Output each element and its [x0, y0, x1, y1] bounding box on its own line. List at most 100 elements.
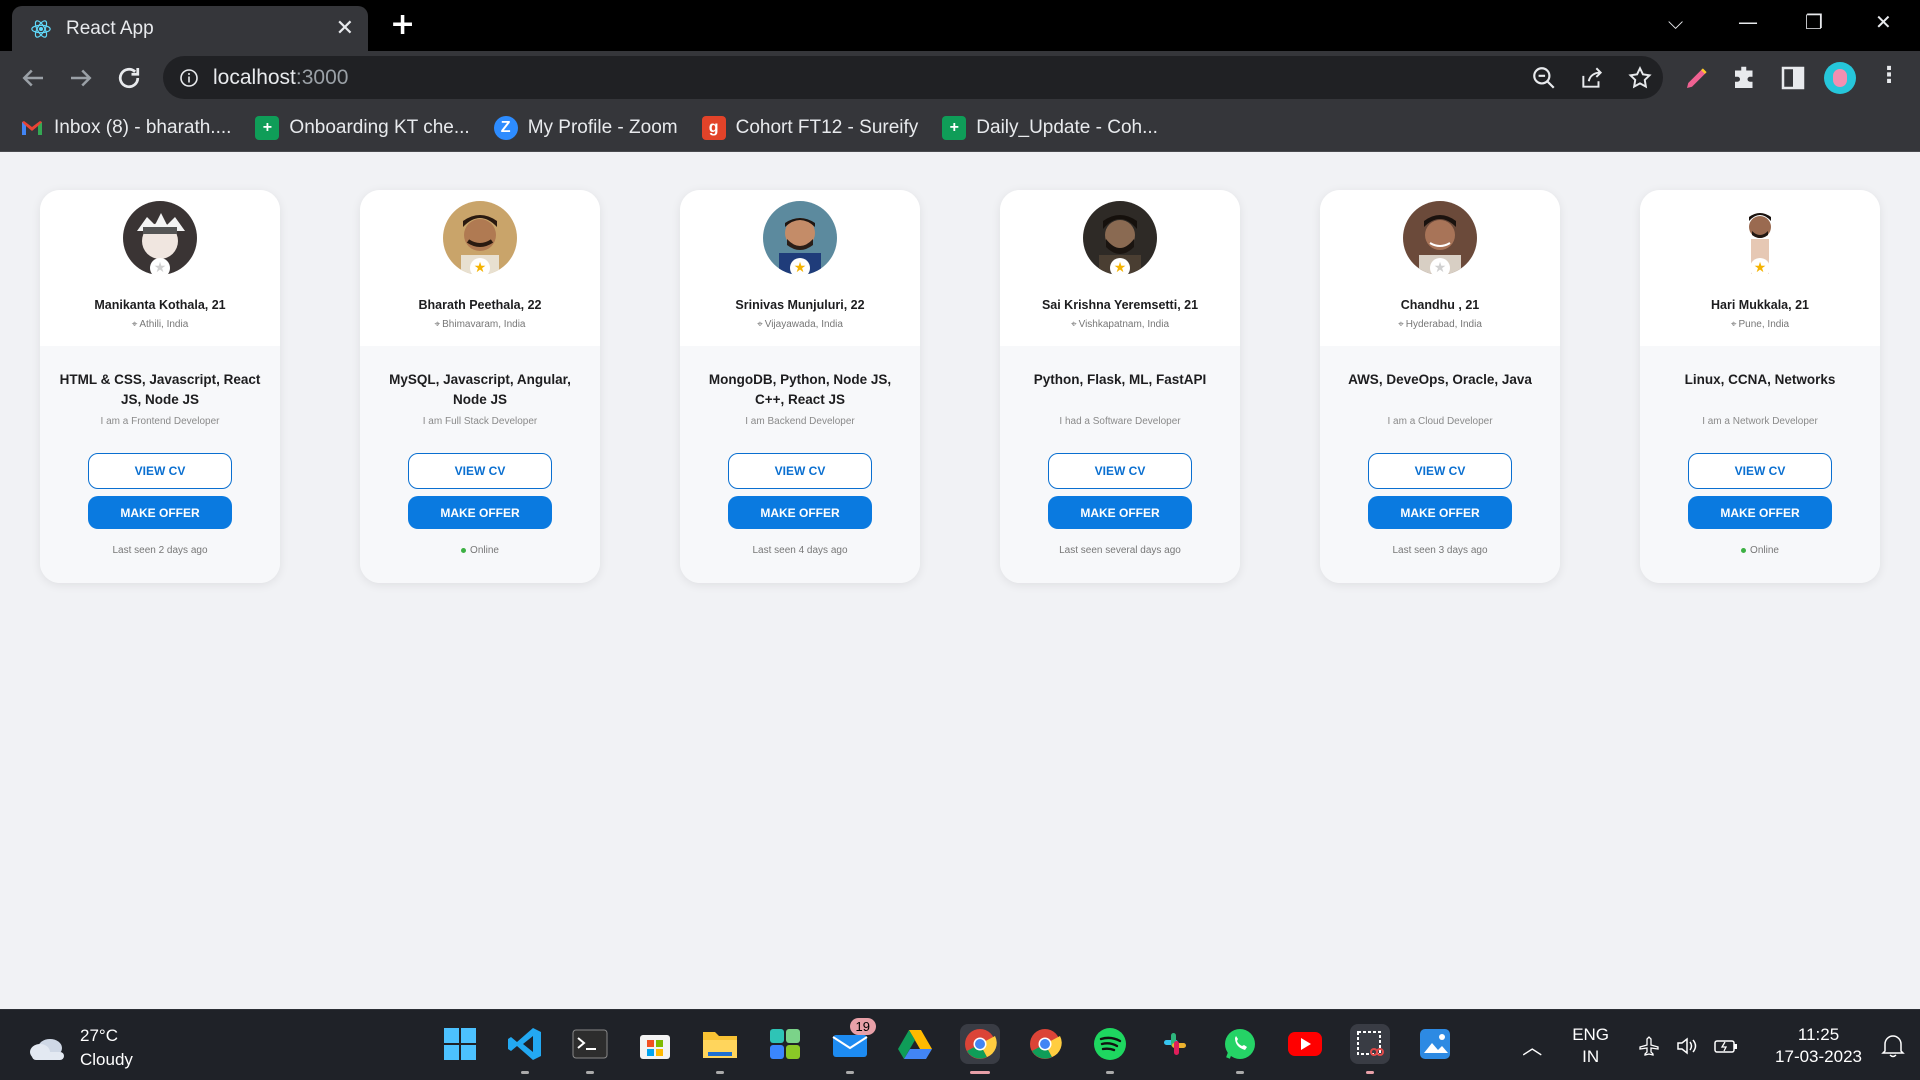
- star-icon: ★: [790, 258, 810, 278]
- terminal-app[interactable]: [570, 1024, 610, 1074]
- drive-app[interactable]: [895, 1024, 935, 1064]
- tab-search-icon[interactable]: ⌵: [1668, 10, 1683, 34]
- make-offer-button[interactable]: MAKE OFFER: [728, 496, 872, 529]
- bookmark-onboarding[interactable]: + Onboarding KT che...: [255, 115, 470, 140]
- side-panel-icon[interactable]: [1778, 63, 1808, 93]
- start-button[interactable]: [440, 1024, 480, 1064]
- weather-condition: Cloudy: [80, 1050, 133, 1069]
- store-app[interactable]: [635, 1024, 675, 1064]
- page-content: ★ Manikanta Kothala, 21 ⌖ Athili, India H…: [0, 153, 1920, 1009]
- vscode-icon: [508, 1028, 541, 1060]
- snipping-tool-icon: [1357, 1031, 1384, 1056]
- make-offer-button[interactable]: MAKE OFFER: [88, 496, 232, 529]
- view-cv-button[interactable]: VIEW CV: [728, 453, 872, 489]
- candidate-card: ★ Manikanta Kothala, 21 ⌖ Athili, India H…: [40, 190, 280, 583]
- view-cv-button[interactable]: VIEW CV: [1688, 453, 1832, 489]
- make-offer-button[interactable]: MAKE OFFER: [1688, 496, 1832, 529]
- last-seen-status: Last seen 2 days ago: [112, 545, 208, 556]
- candidate-location: ⌖ Bhimavaram, India: [434, 319, 526, 330]
- clock-date: 17-03-2023: [1775, 1046, 1862, 1066]
- new-tab-button[interactable]: +: [390, 10, 415, 40]
- spotify-app[interactable]: [1090, 1024, 1130, 1074]
- bookmark-label: Inbox (8) - bharath....: [54, 116, 232, 138]
- clock[interactable]: 11:25 17-03-2023: [1775, 1024, 1862, 1068]
- menu-kebab-icon[interactable]: ⋮: [1878, 63, 1900, 88]
- battery-icon[interactable]: [1713, 1034, 1739, 1058]
- running-indicator: [1106, 1071, 1114, 1074]
- candidate-skills: HTML & CSS, Javascript, React JS, Node J…: [59, 372, 261, 407]
- candidate-name: Chandhu , 21: [1400, 298, 1480, 312]
- taskbar-apps: 19: [440, 1018, 1455, 1074]
- make-offer-button[interactable]: MAKE OFFER: [1048, 496, 1192, 529]
- youtube-app[interactable]: [1285, 1024, 1325, 1064]
- candidate-name: Srinivas Munjuluri, 22: [735, 298, 865, 312]
- share-icon[interactable]: [1579, 65, 1605, 91]
- reload-icon[interactable]: [114, 63, 144, 93]
- candidate-location: ⌖ Vishkapatnam, India: [1070, 319, 1170, 330]
- slack-app[interactable]: [1155, 1024, 1195, 1064]
- active-indicator: [970, 1071, 990, 1074]
- running-indicator: [521, 1071, 529, 1074]
- whatsapp-app[interactable]: [1220, 1024, 1260, 1074]
- running-indicator: [846, 1071, 854, 1074]
- language-indicator[interactable]: ENG IN: [1572, 1024, 1609, 1068]
- chrome-app-active[interactable]: [960, 1024, 1000, 1074]
- address-bar[interactable]: localhost:3000: [163, 56, 1663, 99]
- bookmark-inbox[interactable]: Inbox (8) - bharath....: [20, 116, 231, 140]
- sheets-icon: +: [255, 115, 280, 140]
- minimize-button[interactable]: —: [1738, 10, 1758, 34]
- bookmark-daily-update[interactable]: + Daily_Update - Coh...: [942, 115, 1158, 140]
- bookmark-cohort[interactable]: g Cohort FT12 - Sureify: [701, 115, 918, 140]
- view-cv-button[interactable]: VIEW CV: [1368, 453, 1512, 489]
- taskbar: 27°C Cloudy 19 ︿ ENG IN 11:25 17-03-2023: [0, 1009, 1920, 1080]
- restore-button[interactable]: ❐: [1805, 10, 1823, 34]
- extensions-icon[interactable]: [1730, 63, 1760, 93]
- view-cv-button[interactable]: VIEW CV: [88, 453, 232, 489]
- browser-toolbar: localhost:3000 ⋮: [0, 51, 1920, 104]
- chrome-icon: [965, 1029, 997, 1059]
- location-pin-icon: ⌖: [757, 319, 763, 330]
- view-cv-button[interactable]: VIEW CV: [1048, 453, 1192, 489]
- chrome-profile-app[interactable]: [1025, 1024, 1065, 1064]
- close-tab-icon[interactable]: ✕: [336, 16, 354, 41]
- weather-widget[interactable]: 27°C Cloudy: [28, 1024, 133, 1072]
- site-info-icon[interactable]: [179, 68, 199, 88]
- online-dot-icon: [461, 547, 467, 553]
- youtube-icon: [1288, 1032, 1322, 1056]
- back-icon[interactable]: [18, 63, 48, 93]
- candidate-name: Manikanta Kothala, 21: [94, 298, 226, 312]
- widgets-app[interactable]: [765, 1024, 805, 1064]
- chrome-icon: [1030, 1029, 1062, 1059]
- location-pin-icon: ⌖: [131, 319, 138, 330]
- candidate-role: I am a Cloud Developer: [1387, 416, 1493, 427]
- forward-icon[interactable]: [66, 63, 96, 93]
- notification-icon[interactable]: [1880, 1033, 1906, 1059]
- paint-app[interactable]: [1415, 1024, 1455, 1064]
- chevron-up-icon[interactable]: ︿: [1522, 1031, 1542, 1060]
- candidate-location: ⌖ Athili, India: [131, 319, 189, 330]
- zoom-out-icon[interactable]: [1531, 65, 1557, 91]
- make-offer-button[interactable]: MAKE OFFER: [1368, 496, 1512, 529]
- bookmark-star-icon[interactable]: [1627, 65, 1653, 91]
- mail-badge: 19: [849, 1018, 876, 1035]
- last-seen-status: Last seen 4 days ago: [752, 545, 848, 556]
- react-icon: [31, 19, 51, 38]
- tab-title: React App: [66, 17, 154, 39]
- profile-avatar[interactable]: [1824, 62, 1856, 94]
- airplane-mode-icon[interactable]: [1637, 1034, 1661, 1058]
- bookmark-label: Onboarding KT che...: [289, 116, 470, 138]
- url-text: localhost:3000: [213, 65, 349, 89]
- vscode-app[interactable]: [505, 1024, 545, 1074]
- bookmark-zoom[interactable]: Z My Profile - Zoom: [493, 115, 678, 140]
- snipping-tool-app[interactable]: [1350, 1024, 1390, 1074]
- pen-extension-icon[interactable]: [1682, 63, 1712, 93]
- view-cv-button[interactable]: VIEW CV: [408, 453, 552, 489]
- mail-app[interactable]: 19: [830, 1018, 876, 1074]
- browser-tab[interactable]: React App ✕: [12, 6, 368, 51]
- candidate-role: I am Full Stack Developer: [422, 416, 538, 427]
- file-explorer-app[interactable]: [700, 1024, 740, 1074]
- make-offer-button[interactable]: MAKE OFFER: [408, 496, 552, 529]
- gmail-icon: [22, 120, 42, 135]
- close-window-button[interactable]: ✕: [1875, 10, 1892, 34]
- volume-icon[interactable]: [1675, 1034, 1699, 1058]
